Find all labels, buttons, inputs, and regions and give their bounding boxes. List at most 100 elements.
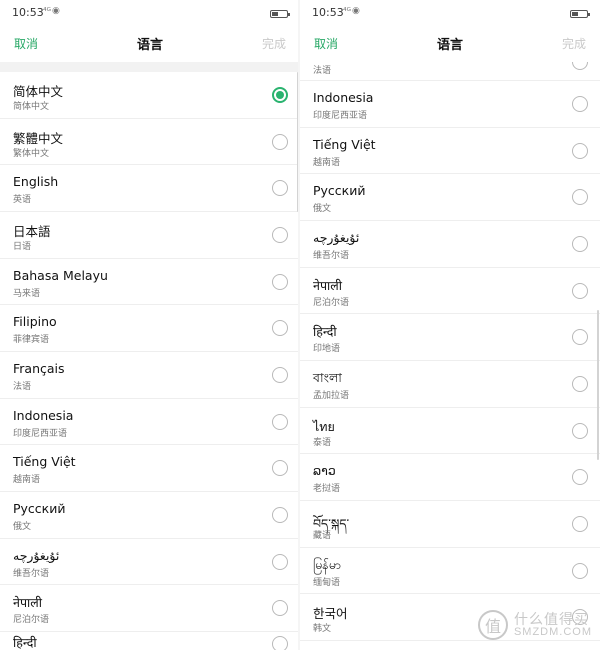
radio-icon[interactable] — [572, 515, 588, 532]
list-item[interactable]: Русский 俄文 — [0, 492, 300, 539]
language-list: 法语 Indonesia 印度尼西亚语 Tiếng Việt 越南语 Русск… — [300, 62, 600, 650]
page-title: 语言 — [436, 38, 463, 53]
list-item[interactable]: Tiếng Việt 越南语 — [300, 128, 600, 175]
radio-icon[interactable] — [272, 460, 288, 477]
language-translation: 俄文 — [13, 521, 32, 532]
list-item[interactable]: Русский 俄文 — [300, 174, 600, 221]
radio-icon[interactable] — [572, 329, 588, 346]
scrollbar[interactable] — [597, 310, 599, 460]
language-name: ئۇيغۇرچە — [13, 547, 60, 563]
list-item[interactable]: हिन्दी — [0, 632, 300, 650]
language-name: ລາວ — [313, 463, 336, 479]
language-name: Tiếng Việt — [313, 136, 376, 152]
language-translation: 繁体中文 — [13, 148, 50, 159]
section-divider — [0, 62, 300, 72]
radio-icon[interactable] — [272, 133, 288, 150]
language-name: 繁體中文 — [13, 130, 64, 146]
radio-icon[interactable] — [272, 635, 288, 650]
status-bar: 10:53 ⁴ᴳ ◉ — [0, 0, 300, 28]
language-name: हिन्दी — [313, 324, 337, 340]
wifi-icon: ◉ — [52, 6, 60, 16]
language-list: 简体中文 简体中文 繁體中文 繁体中文 English 英语 日本語 日语 Ba… — [0, 72, 300, 650]
language-name: Filipino — [13, 314, 57, 330]
language-translation: 印度尼西亚语 — [313, 111, 368, 121]
list-item[interactable]: हिन्दी 印地语 — [300, 314, 600, 361]
radio-icon[interactable] — [572, 282, 588, 299]
list-item[interactable]: Bahasa Melayu 马来语 — [0, 259, 300, 306]
list-item[interactable]: မြန်မာ 缅甸语 — [300, 548, 600, 595]
language-name: বাংলা — [313, 369, 342, 385]
language-translation: 老挝语 — [313, 484, 341, 495]
list-item[interactable]: Indonesia 印度尼西亚语 — [300, 81, 600, 128]
battery-icon — [270, 10, 290, 18]
language-translation: 日语 — [13, 241, 32, 252]
list-item[interactable]: 繁體中文 繁体中文 — [0, 119, 300, 166]
language-screen-right: 10:53 ⁴ᴳ ◉ 取消 语言 完成 法语 Indonesia 印度尼西亚语 … — [300, 0, 600, 650]
radio-icon[interactable] — [272, 273, 288, 290]
list-item[interactable]: ไทย 泰语 — [300, 408, 600, 455]
radio-icon[interactable] — [272, 413, 288, 430]
language-translation: 印地语 — [313, 344, 341, 355]
status-time: 10:53 — [12, 6, 44, 19]
language-name: नेपाली — [13, 595, 42, 611]
list-item[interactable]: Tiếng Việt 越南语 — [0, 445, 300, 492]
language-name: English — [13, 174, 59, 190]
list-item[interactable]: বাংলা 孟加拉语 — [300, 361, 600, 408]
page-title: 语言 — [136, 38, 163, 53]
status-bar: 10:53 ⁴ᴳ ◉ — [300, 0, 600, 28]
list-item[interactable]: 简体中文 简体中文 — [0, 72, 300, 119]
language-translation: 孟加拉语 — [313, 390, 350, 401]
language-translation: 越南语 — [13, 475, 41, 486]
language-name: Français — [13, 360, 65, 376]
language-name: Русский — [13, 500, 66, 516]
radio-icon[interactable] — [572, 142, 588, 159]
list-item[interactable]: ئۇيغۇرچە 维吾尔语 — [0, 539, 300, 586]
list-item[interactable]: བོད་སྐད་ 藏语 — [300, 501, 600, 548]
radio-selected-icon[interactable] — [272, 87, 288, 103]
radio-icon[interactable] — [272, 180, 288, 197]
language-translation: 俄文 — [313, 204, 332, 215]
done-button[interactable]: 完成 — [562, 35, 586, 52]
language-translation: 印度尼西亚语 — [13, 428, 68, 439]
list-item[interactable]: Filipino 菲律宾语 — [0, 305, 300, 352]
radio-icon[interactable] — [572, 62, 588, 70]
language-name: 日本語 — [13, 223, 51, 239]
list-item[interactable]: ئۇيغۇرچە 维吾尔语 — [300, 221, 600, 268]
battery-icon — [570, 10, 590, 18]
radio-icon[interactable] — [272, 320, 288, 337]
language-translation: 简体中文 — [13, 102, 50, 112]
radio-icon[interactable] — [272, 506, 288, 523]
list-item[interactable]: English 英语 — [0, 165, 300, 212]
radio-icon[interactable] — [272, 226, 288, 243]
list-item[interactable]: ລາວ 老挝语 — [300, 454, 600, 501]
language-name: 简体中文 — [13, 84, 64, 99]
radio-icon[interactable] — [572, 189, 588, 206]
language-name: 한국어 — [313, 606, 348, 622]
list-item[interactable]: Français 法语 — [0, 352, 300, 399]
list-item[interactable]: 法语 — [300, 62, 600, 81]
watermark-en: SMZDM.COM — [513, 625, 592, 638]
radio-icon[interactable] — [572, 375, 588, 392]
watermark-cn: 什么值得买 — [513, 610, 589, 627]
radio-icon[interactable] — [572, 562, 588, 579]
nav-bar: 取消 语言 完成 — [300, 28, 600, 62]
language-translation: 法语 — [313, 66, 332, 76]
list-item[interactable]: Indonesia 印度尼西亚语 — [0, 399, 300, 446]
nav-bar: 取消 语言 完成 — [0, 28, 300, 62]
list-item[interactable]: नेपाली 尼泊尔语 — [0, 585, 300, 632]
radio-icon[interactable] — [572, 469, 588, 486]
radio-icon[interactable] — [572, 422, 588, 439]
radio-icon[interactable] — [572, 235, 588, 252]
radio-icon[interactable] — [572, 96, 588, 112]
radio-icon[interactable] — [272, 600, 288, 617]
list-item[interactable]: नेपाली 尼泊尔语 — [300, 268, 600, 315]
language-translation: 韩文 — [313, 624, 332, 635]
language-translation: 法语 — [13, 381, 32, 392]
done-button[interactable]: 完成 — [262, 35, 286, 52]
list-item[interactable]: 日本語 日语 — [0, 212, 300, 259]
radio-icon[interactable] — [272, 366, 288, 383]
signal-icon: ⁴ᴳ — [343, 7, 351, 17]
language-translation: 泰语 — [313, 437, 332, 448]
language-translation: 马来语 — [13, 288, 41, 299]
radio-icon[interactable] — [272, 553, 288, 570]
